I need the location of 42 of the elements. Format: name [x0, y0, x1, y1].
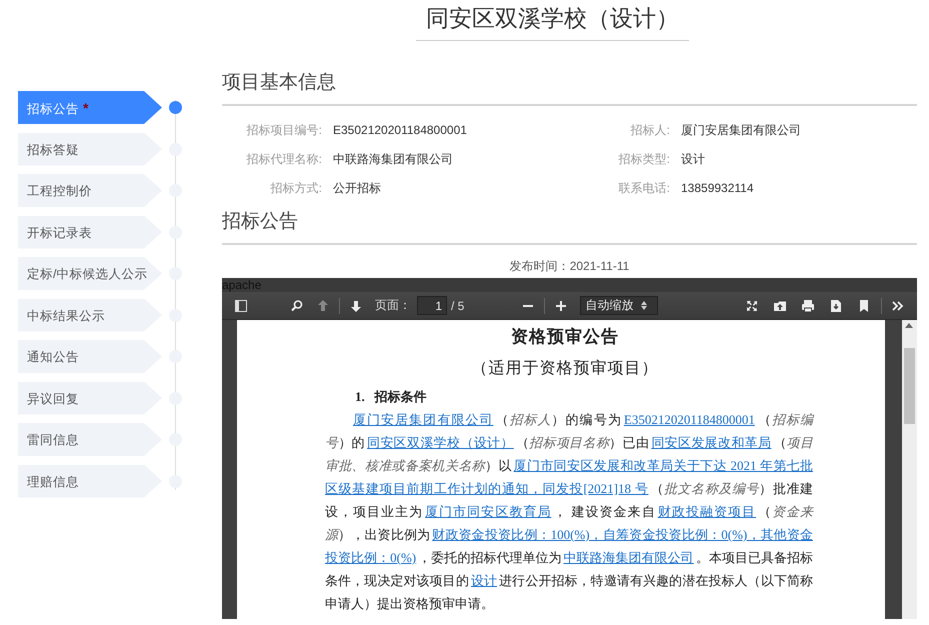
required-mark: *	[83, 100, 88, 116]
step-tab[interactable]: 工程控制价	[18, 174, 162, 207]
sidebar-toggle-icon[interactable]	[233, 298, 249, 314]
step-tab[interactable]: 通知公告	[18, 340, 162, 373]
document-title: 资格预审公告	[510, 326, 620, 348]
field-value: 厦门安居集团有限公司	[681, 122, 802, 139]
page-label: 页面：	[375, 297, 411, 314]
section-heading: 项目基本信息	[222, 70, 917, 106]
field-label: 招标项目编号:	[246, 122, 322, 139]
section-heading: 招标公告	[222, 209, 917, 245]
download-icon[interactable]	[828, 298, 844, 314]
page-title: 同安区双溪学校（设计）	[416, 0, 689, 41]
step-tab[interactable]: 理赔信息	[18, 464, 162, 498]
search-icon[interactable]	[289, 298, 305, 314]
step-tab[interactable]: 招标答疑	[18, 132, 162, 166]
page-total: / 5	[451, 298, 464, 312]
step-tab[interactable]: 开标记录表	[18, 216, 162, 248]
field-value: 中联路海集团有限公司	[333, 151, 454, 168]
publish-date: 2021-11-11	[570, 259, 630, 273]
step-tab[interactable]: 中标结果公示	[18, 298, 162, 332]
document-paragraph: 厦门安居集团有限公司（招标人）的编号为 E3502120201184800001（招标编号）的 同安区双溪学校（设计）（招标项目名称）已由 同安区发展改和革局（项目审批、核准或备案机关名称）以厦门市同安区发展和改革局关于下达 2021 年第七批区级基建项目前期工作计划的通知，同发投[2021]18 号（批文名称及编号）批准建设，项目业主为 厦门市同安区教育局， 建设资金来自 财政投融资项目（资金来源），出资比例为 财政资金投资比例：100(%)，自筹资金投资比例：0(%)，其他资金投资比例：0(%)，委托的招标代理单位为 中联路海集团有限公司。本项目已具备招标条件，现决定对该项目的 设计进行公开招标，特邀请有兴趣的潜在投标人（以下简称申请人）提出资格预审申请。	[325, 411, 813, 613]
field-label: 招标类型:	[618, 151, 670, 168]
step-tab[interactable]: 异议回复	[18, 382, 162, 414]
field-value: 13859932114	[681, 180, 755, 197]
publish-label: 发布时间：	[510, 259, 570, 273]
scrollbar[interactable]	[902, 320, 917, 619]
field-label: 招标代理名称:	[246, 151, 322, 168]
zoom-select[interactable]: 自动缩放	[580, 296, 658, 315]
step-tab[interactable]: 雷同信息	[18, 423, 162, 456]
print-icon[interactable]	[800, 298, 816, 314]
field-label: 联系电话:	[618, 180, 670, 197]
document-subtitle: （适用于资格预审项目）	[470, 358, 660, 379]
field-label: 招标方式:	[270, 180, 322, 197]
field-value: E3502120201184800001	[333, 122, 468, 139]
step-tab[interactable]: 招标公告 *	[18, 91, 162, 124]
updown-caret-icon	[640, 301, 647, 310]
field-value: 公开招标	[333, 180, 382, 197]
page-number-field[interactable]: 1	[417, 296, 447, 315]
section-title: 1. 招标条件	[355, 388, 428, 406]
step-tab[interactable]: 定标/中标候选人公示	[18, 257, 162, 290]
field-value: 设计	[681, 151, 706, 168]
field-label: 招标人:	[630, 122, 670, 139]
